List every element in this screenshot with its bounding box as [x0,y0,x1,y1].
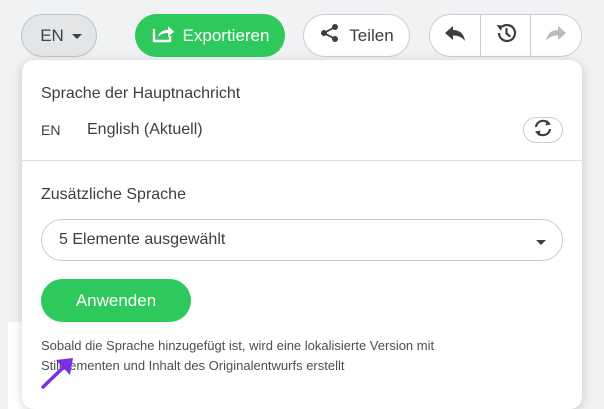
share-icon [319,22,341,49]
apply-button[interactable]: Anwenden [41,279,191,322]
redo-button[interactable] [531,15,581,56]
export-button-label: Exportieren [182,25,270,45]
language-button-label: EN [40,25,64,45]
main-language-title: Sprache der Hauptnachricht [41,85,241,102]
history-icon [494,21,518,50]
undo-button[interactable] [430,15,481,56]
refresh-icon [532,118,554,143]
section-divider [22,160,582,161]
main-language-name: English (Aktuell) [87,121,203,138]
language-button[interactable]: EN [21,14,97,57]
history-button[interactable] [481,15,532,56]
export-icon [151,23,175,48]
export-button[interactable]: Exportieren [135,14,285,57]
main-language-refresh-button[interactable] [523,117,563,143]
chevron-down-icon [536,240,546,245]
language-dropdown-panel: Sprache der Hauptnachricht EN English (A… [22,60,582,409]
localization-note: Sobald die Sprache hinzugefügt ist, wird… [41,338,435,373]
share-button[interactable]: Teilen [303,14,410,57]
additional-language-select-value: 5 Elemente ausgewählt [59,231,226,248]
additional-language-title: Zusätzliche Sprache [41,186,186,203]
history-button-group [429,14,582,57]
additional-language-select[interactable]: 5 Elemente ausgewählt [41,219,563,261]
redo-icon [544,23,568,48]
chevron-down-icon [71,34,82,39]
share-button-label: Teilen [349,25,394,45]
undo-icon [443,23,467,48]
main-language-code: EN [41,122,61,138]
apply-button-label: Anwenden [75,290,157,310]
pointer-arrow-icon [40,356,76,395]
